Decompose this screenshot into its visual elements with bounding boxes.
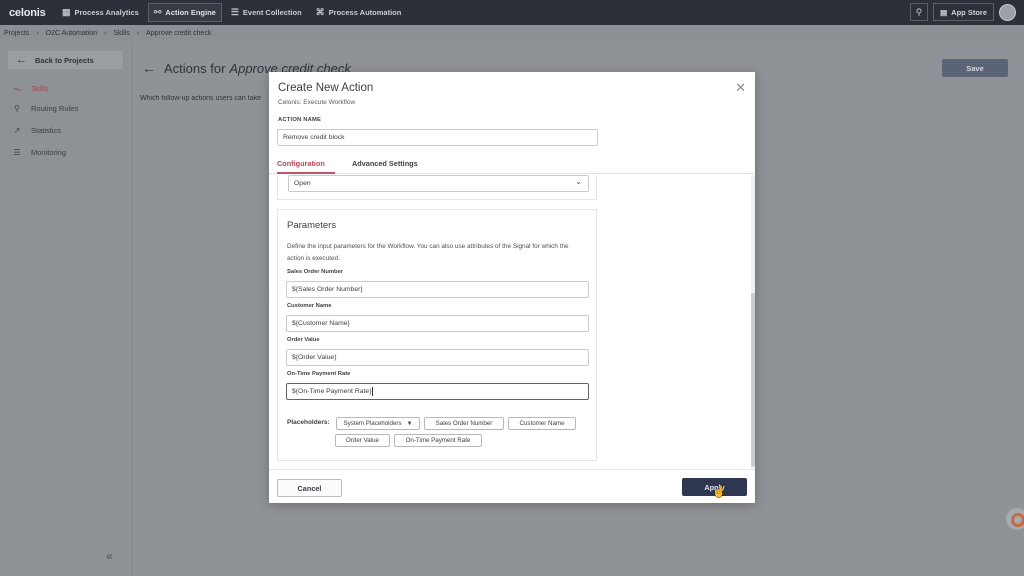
modal-tabs: Configuration Advanced Settings xyxy=(269,156,755,174)
help-lifebuoy-icon[interactable] xyxy=(1006,508,1024,530)
store-icon: ▤ xyxy=(940,7,948,17)
on-time-payment-rate-input[interactable]: ${On-Time Payment Rate} xyxy=(286,383,589,400)
placeholder-chip-customer-name[interactable]: Customer Name xyxy=(508,417,576,430)
close-icon[interactable]: ✕ xyxy=(735,80,746,96)
breadcrumb-separator-icon: › xyxy=(36,29,39,37)
nav-process-analytics[interactable]: ▦ Process Analytics xyxy=(57,3,144,22)
parameters-section: Parameters Define the input parameters f… xyxy=(277,209,597,461)
modal-scrollbar[interactable] xyxy=(751,175,755,469)
skills-icon: ᯓ xyxy=(13,84,21,93)
tab-advanced-settings[interactable]: Advanced Settings xyxy=(352,159,418,174)
topbar-actions: ⚲ ▤ App Store xyxy=(910,3,1016,21)
nav-label: Action Engine xyxy=(165,8,216,17)
breadcrumb: Projects › O2C Automation › Skills › App… xyxy=(0,25,1024,41)
page-description: Which follow-up actions users can take xyxy=(140,95,261,102)
link-icon: ⚯ xyxy=(153,7,162,17)
sales-order-number-input[interactable]: ${Sales Order Number} xyxy=(286,281,589,298)
save-button[interactable]: Save xyxy=(942,59,1008,77)
hand-cursor-icon: ☝ xyxy=(712,486,726,498)
sidebar-item-label: Statistics xyxy=(31,126,62,135)
nav-event-collection[interactable]: ☰ Event Collection xyxy=(226,3,307,22)
status-select[interactable]: Open ⌄ xyxy=(288,175,589,192)
routing-icon: ⚲ xyxy=(14,104,20,113)
create-action-modal: Create New Action Celonis: Execute Workf… xyxy=(269,72,755,503)
cancel-button[interactable]: Cancel xyxy=(277,479,342,497)
order-value-input[interactable]: ${Order Value} xyxy=(286,349,589,366)
sidebar-item-label: Skills xyxy=(31,84,49,93)
param-label: Sales Order Number xyxy=(287,269,344,275)
system-placeholders-dropdown[interactable]: System Placeholders ▼ xyxy=(336,417,420,430)
breadcrumb-skills[interactable]: Skills xyxy=(113,30,129,37)
text-caret xyxy=(372,387,374,396)
breadcrumb-projects[interactable]: Projects xyxy=(4,30,29,37)
statistics-icon: ↗ xyxy=(13,126,21,135)
chip-label: System Placeholders xyxy=(343,420,402,427)
breadcrumb-separator-icon: › xyxy=(136,29,140,37)
arrow-left-icon: ← xyxy=(16,54,27,66)
action-name-label: ACTION NAME xyxy=(278,117,322,123)
flow-icon: ⌘ xyxy=(315,7,325,17)
tab-configuration[interactable]: Configuration xyxy=(277,159,335,174)
grid-icon: ▦ xyxy=(62,7,71,17)
status-section: Open ⌄ xyxy=(277,175,597,200)
sidebar: ← Back to Projects ᯓ Skills ⚲ Routing Ru… xyxy=(0,41,133,576)
database-icon: ☰ xyxy=(230,7,239,17)
nav-action-engine[interactable]: ⚯ Action Engine xyxy=(147,3,222,22)
user-avatar[interactable] xyxy=(999,3,1016,21)
sidebar-item-statistics[interactable]: ↗ Statistics xyxy=(12,126,61,135)
arrow-left-icon[interactable]: ← xyxy=(142,60,156,76)
search-button[interactable]: ⚲ xyxy=(910,3,929,21)
placeholders-label: Placeholders: xyxy=(287,419,330,426)
nav-process-automation[interactable]: ⌘ Process Automation xyxy=(311,3,407,22)
breadcrumb-separator-icon: › xyxy=(104,29,107,37)
caret-down-icon: ▼ xyxy=(406,420,413,427)
configuration-panel: Open ⌄ Parameters Define the input param… xyxy=(269,175,755,469)
action-name-input[interactable]: Remove credit block xyxy=(277,129,598,146)
app-store-label: App Store xyxy=(951,7,987,17)
back-to-projects-link[interactable]: ← Back to Projects xyxy=(8,51,123,69)
chevron-down-icon: ⌄ xyxy=(575,177,582,186)
input-value: ${On-Time Payment Rate} xyxy=(292,388,372,395)
modal-subtitle: Celonis: Execute Workflow xyxy=(278,99,356,106)
app-store-button[interactable]: ▤ App Store xyxy=(933,3,994,21)
modal-footer: Cancel Apply ☝ xyxy=(269,469,755,503)
parameters-title: Parameters xyxy=(287,220,337,231)
scrollbar-thumb[interactable] xyxy=(751,293,755,467)
placeholder-chip-sales-order-number[interactable]: Sales Order Number xyxy=(424,417,504,430)
customer-name-input[interactable]: ${Customer Name} xyxy=(286,315,589,332)
sidebar-item-routing-rules[interactable]: ⚲ Routing Rules xyxy=(12,104,78,113)
placeholder-chip-on-time-payment-rate[interactable]: On-Time Payment Rate xyxy=(394,434,482,447)
sidebar-item-skills[interactable]: ᯓ Skills xyxy=(12,83,49,94)
search-icon: ⚲ xyxy=(915,6,923,17)
breadcrumb-project[interactable]: O2C Automation xyxy=(46,30,97,37)
param-label: Order Value xyxy=(287,337,320,343)
parameters-description: Define the input parameters for the Work… xyxy=(287,243,569,262)
param-label: On-Time Payment Rate xyxy=(287,371,351,377)
sidebar-item-label: Routing Rules xyxy=(31,104,79,113)
sidebar-item-monitoring[interactable]: ☰ Monitoring xyxy=(12,148,66,157)
top-navigation-bar: celonis ▦ Process Analytics ⚯ Action Eng… xyxy=(0,0,1024,25)
collapse-sidebar-icon[interactable]: « xyxy=(106,549,113,563)
celonis-logo[interactable]: celonis xyxy=(9,7,53,19)
back-label: Back to Projects xyxy=(35,55,94,65)
nav-label: Process Automation xyxy=(328,8,402,17)
placeholder-chip-order-value[interactable]: Order Value xyxy=(335,434,390,447)
nav-label: Process Analytics xyxy=(74,8,139,17)
param-label: Customer Name xyxy=(287,303,332,309)
nav-label: Event Collection xyxy=(242,8,302,17)
sidebar-item-label: Monitoring xyxy=(31,148,67,157)
title-prefix: Actions for xyxy=(164,60,226,76)
breadcrumb-current: Approve credit check xyxy=(146,29,212,37)
monitoring-icon: ☰ xyxy=(13,148,21,157)
modal-title: Create New Action xyxy=(278,82,374,94)
status-select-value: Open xyxy=(294,180,311,187)
